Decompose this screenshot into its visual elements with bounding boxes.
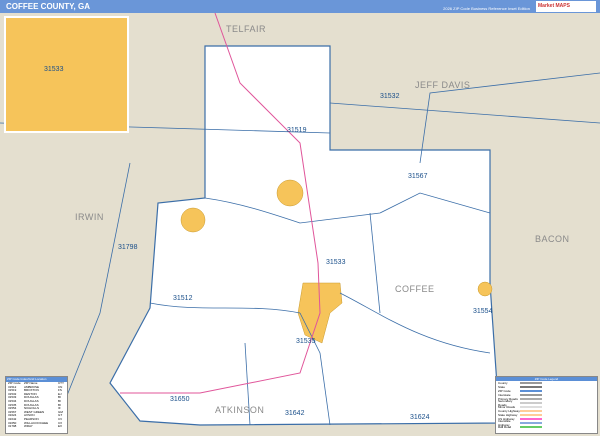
county-label: ATKINSON <box>215 405 265 415</box>
legend-swatch <box>520 426 542 428</box>
legend-swatch <box>520 398 542 400</box>
legend-swatch <box>520 390 542 392</box>
inset-map <box>4 16 129 133</box>
zip-label: 31535 <box>296 338 316 345</box>
map-legend: ZIP Code Legend County State ZIP Code Inter… <box>495 376 598 434</box>
legend-swatch <box>520 418 542 420</box>
zip-label: 31512 <box>173 295 193 302</box>
legend-item: Rail Road <box>496 425 597 429</box>
county-label: JEFF DAVIS <box>415 80 471 90</box>
zip-label: 31533 <box>326 259 346 266</box>
inset-zip-label: 31533 <box>44 66 64 73</box>
legend-swatch <box>520 422 542 424</box>
zip-label: 31642 <box>285 410 305 417</box>
zip-label: 31567 <box>408 173 428 180</box>
legend-swatch <box>520 410 542 412</box>
index-row: 31798 WRAY EX <box>8 424 63 429</box>
zip-index: ZIP Code Index/Grid Location ZIP Code ZIP… <box>5 376 68 434</box>
legend-swatch <box>520 406 542 408</box>
legend-swatch <box>520 382 542 384</box>
county-label: TELFAIR <box>226 24 267 34</box>
zip-label: 31624 <box>410 414 430 421</box>
legend-swatch <box>520 394 542 396</box>
zip-label: 31554 <box>473 308 493 315</box>
legend-swatch <box>520 386 542 388</box>
legend-swatch <box>520 414 542 416</box>
map-title: COFFEE COUNTY, GA <box>6 2 91 11</box>
legend-swatch <box>520 402 542 404</box>
county-label: IRWIN <box>75 212 104 222</box>
logo: Market MAPS <box>536 1 596 12</box>
zip-label: 31650 <box>170 396 190 403</box>
header: COFFEE COUNTY, GA 2026 ZIP Code Business… <box>0 0 600 13</box>
edition-label: 2026 ZIP Code Business Reference Inset E… <box>443 6 530 11</box>
county-label: BACON <box>535 234 570 244</box>
zip-label: 31519 <box>287 127 307 134</box>
zip-label: 31798 <box>118 244 138 251</box>
zip-label: 31532 <box>380 93 400 100</box>
map-canvas[interactable] <box>0 13 600 436</box>
county-label: COFFEE <box>395 284 435 294</box>
